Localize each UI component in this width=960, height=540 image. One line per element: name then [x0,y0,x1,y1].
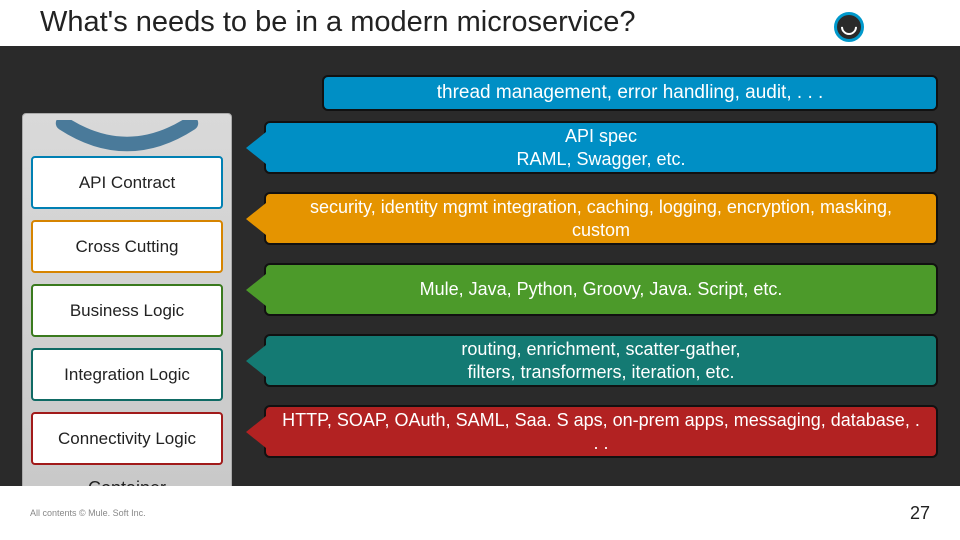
brand-text: MuleSoft [870,17,942,37]
page-title: What's needs to be in a modern microserv… [40,6,635,39]
copyright: All contents © Mule. Soft Inc. [30,508,146,518]
desc-text: security, identity mgmt integration, cac… [280,196,922,241]
desc-business-logic: Mule, Java, Python, Groovy, Java. Script… [264,263,938,316]
layer-business-logic: Business Logic [31,284,223,337]
desc-text: Mule, Java, Python, Groovy, Java. Script… [420,278,783,301]
layer-cross-cutting: Cross Cutting [31,220,223,273]
desc-api-contract: API specRAML, Swagger, etc. [264,121,938,174]
layer-api-contract: API Contract [31,156,223,209]
arc-icon [41,120,213,152]
mulesoft-icon [834,12,864,42]
desc-text: routing, enrichment, scatter-gather,filt… [461,338,740,383]
layer-connectivity-logic: Connectivity Logic [31,412,223,465]
desc-connectivity-logic: HTTP, SOAP, OAuth, SAML, Saa. S aps, on-… [264,405,938,458]
layer-integration-logic: Integration Logic [31,348,223,401]
footer: All contents © Mule. Soft Inc. 27 [0,486,960,540]
desc-integration-logic: routing, enrichment, scatter-gather,filt… [264,334,938,387]
desc-text: API specRAML, Swagger, etc. [516,125,685,170]
desc-text: HTTP, SOAP, OAuth, SAML, Saa. S aps, on-… [280,409,922,454]
page-number: 27 [910,503,930,524]
top-banner: thread management, error handling, audit… [322,75,938,111]
container-column: API Contract Cross Cutting Business Logi… [22,113,232,505]
brand-logo: MuleSoft [834,12,942,42]
diagram-area: thread management, error handling, audit… [22,75,938,480]
desc-cross-cutting: security, identity mgmt integration, cac… [264,192,938,245]
